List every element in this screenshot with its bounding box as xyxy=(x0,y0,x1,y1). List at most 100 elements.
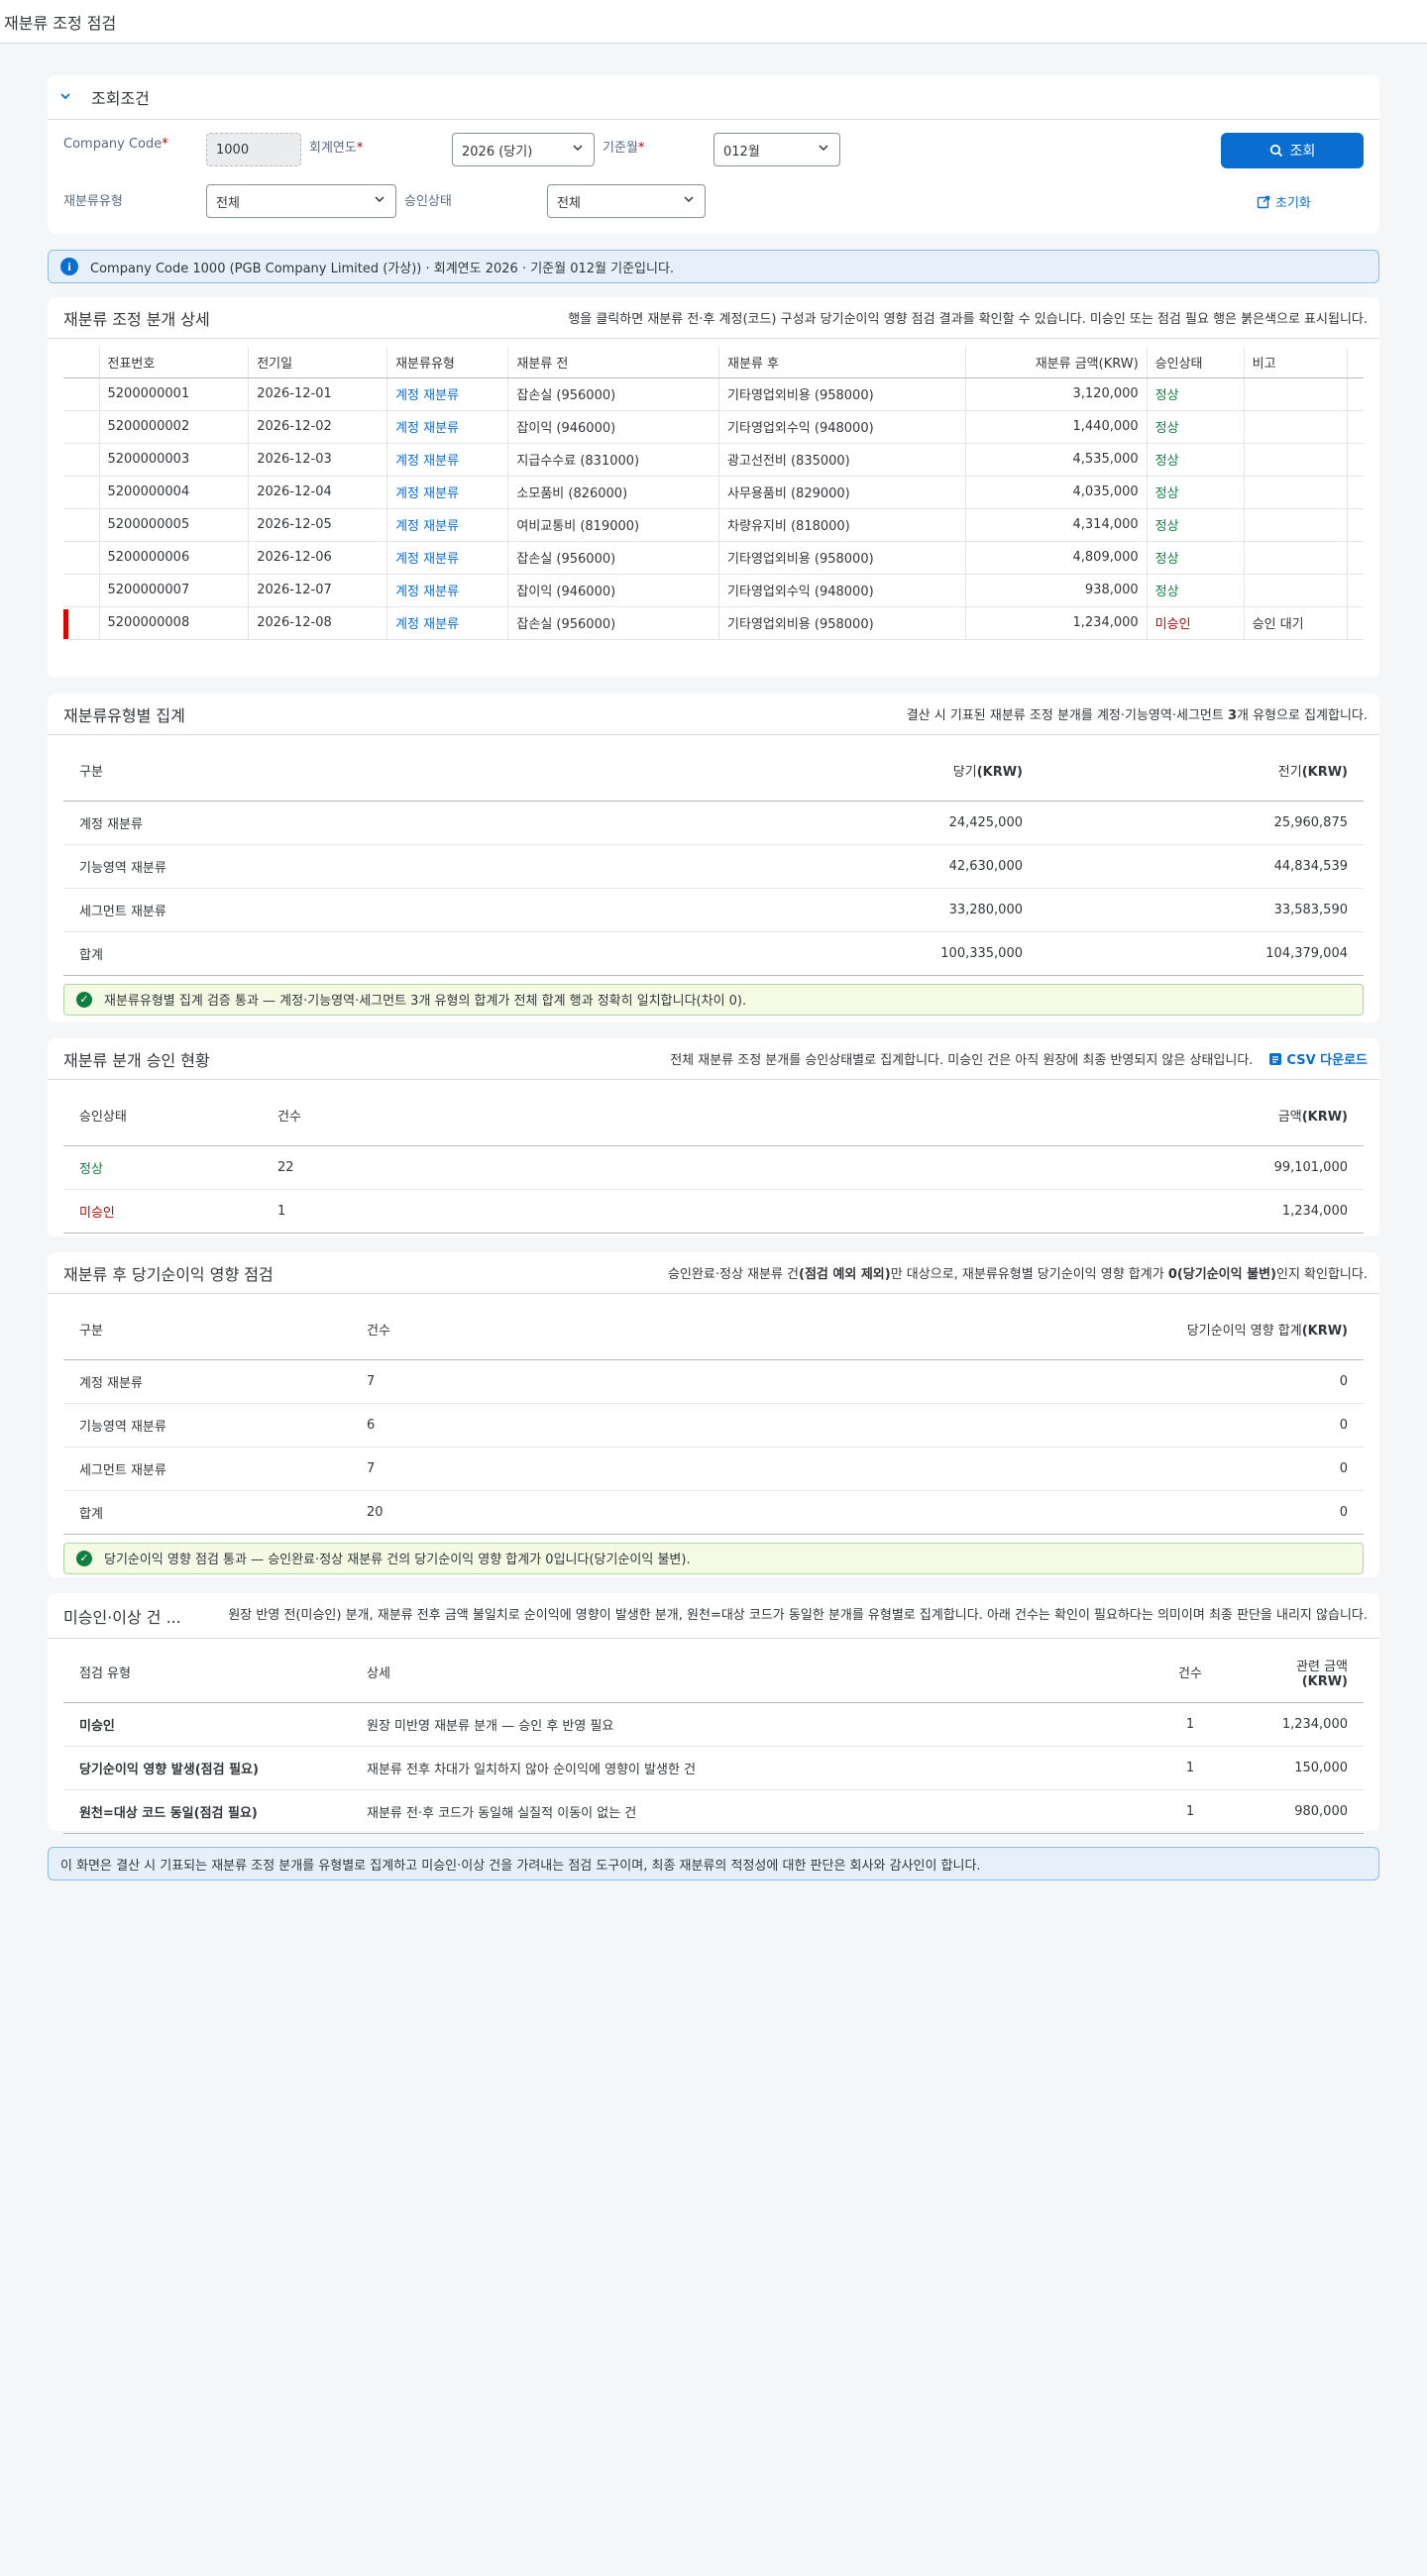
type-link[interactable]: 계정 재분류 xyxy=(386,443,509,477)
column-header[interactable]: 비고 xyxy=(1244,347,1349,378)
doc-number-cell: 5200000005 xyxy=(99,508,250,542)
note-cell xyxy=(1244,377,1349,411)
status-select[interactable]: 전체 xyxy=(547,184,706,218)
filter-header[interactable]: 조회조건 xyxy=(48,75,1379,120)
table-row[interactable]: 5200000004 2026-12-04 계정 재분류 소모품비 (826000) 사… xyxy=(63,476,1364,509)
detail-cell: 재분류 전후 차대가 일치하지 않아 순이익에 영향이 발생한 건 xyxy=(351,1746,1146,1790)
table-row[interactable]: 5200000001 2026-12-01 계정 재분류 잡손실 (956000) 기타… xyxy=(63,377,1364,411)
status-cell: 정상 xyxy=(1147,443,1245,477)
table-row[interactable]: 5200000005 2026-12-05 계정 재분류 여비교통비 (819000)… xyxy=(63,508,1364,542)
column-header[interactable]: 전표번호 xyxy=(99,347,250,378)
table-header-row: 구분 당기(KRW) 전기(KRW) xyxy=(63,741,1364,802)
type-label-cell: 세그먼트 재분류 xyxy=(63,1447,351,1491)
column-header[interactable]: 재분류 금액(KRW) xyxy=(965,347,1148,378)
period-select[interactable]: 012월 xyxy=(714,133,840,166)
prior-amount-cell: 25,960,875 xyxy=(1039,801,1364,845)
amount-cell: 3,120,000 xyxy=(965,377,1148,411)
note-cell xyxy=(1244,410,1349,444)
table-row[interactable]: 5200000003 2026-12-03 계정 재분류 지급수수료 (831000)… xyxy=(63,443,1364,477)
row-highlight-cell xyxy=(63,476,100,509)
table-header-row: 점검 유형 상세 건수 관련 금액(KRW) xyxy=(63,1643,1364,1703)
column-header[interactable]: 재분류 전 xyxy=(507,347,720,378)
detail-header: 재분류 조정 분개 상세 행을 클릭하면 재분류 전·후 계정(코드) 구성과 … xyxy=(48,297,1379,339)
current-amount-cell: 42,630,000 xyxy=(714,844,1039,889)
note-cell xyxy=(1244,574,1349,607)
impact-amount-cell: 0 xyxy=(450,1490,1364,1535)
row-highlight-column xyxy=(63,347,100,378)
filter-title: 조회조건 xyxy=(91,89,150,108)
fiscal-year-label: 회계연도* xyxy=(309,141,364,156)
company-code-field[interactable]: 1000 xyxy=(206,133,301,166)
before-account-cell: 잡손실 (956000) xyxy=(507,606,720,640)
column-header: 전기(KRW) xyxy=(1039,741,1364,802)
detail-table: 전표번호 전기일 재분류유형 재분류 전 재분류 후 재분류 금액(KRW) 승… xyxy=(63,347,1364,640)
search-button[interactable]: 조회 xyxy=(1221,133,1364,168)
table-row[interactable]: 5200000002 2026-12-02 계정 재분류 잡이익 (946000) 기타… xyxy=(63,410,1364,444)
table-row[interactable]: 5200000008 2026-12-08 계정 재분류 잡손실 (956000) 기타… xyxy=(63,606,1364,640)
after-account-cell: 기타영업외비용 (958000) xyxy=(718,541,966,575)
row-highlight-cell xyxy=(63,606,100,640)
status-label: 승인상태 xyxy=(404,194,452,209)
type-link[interactable]: 계정 재분류 xyxy=(386,541,509,575)
approval-header: 재분류 분개 승인 현황 전체 재분류 조정 분개를 승인상태별로 집계합니다.… xyxy=(48,1038,1379,1080)
amount-cell: 4,809,000 xyxy=(965,541,1148,575)
column-header[interactable]: 재분류 후 xyxy=(718,347,966,378)
count-cell: 1 xyxy=(1146,1789,1235,1834)
amount-cell: 1,440,000 xyxy=(965,410,1148,444)
reset-button[interactable]: 초기화 xyxy=(1257,192,1311,211)
count-cell: 20 xyxy=(351,1490,450,1535)
doc-number-cell: 5200000006 xyxy=(99,541,250,575)
table-row: 계정 재분류 7 0 xyxy=(63,1359,1364,1404)
dropdown-icon[interactable] xyxy=(683,193,695,208)
note-cell xyxy=(1244,541,1349,575)
chevron-down-icon[interactable] xyxy=(59,90,79,105)
amount-cell: 4,035,000 xyxy=(965,476,1148,509)
table-row: 기능영역 재분류 6 0 xyxy=(63,1403,1364,1448)
type-link[interactable]: 계정 재분류 xyxy=(386,508,509,542)
after-account-cell: 기타영업외수익 (948000) xyxy=(718,410,966,444)
search-icon xyxy=(1269,144,1283,158)
csv-download-button[interactable]: CSV 다운로드 xyxy=(1268,1049,1368,1068)
doc-number-cell: 5200000004 xyxy=(99,476,250,509)
type-link[interactable]: 계정 재분류 xyxy=(386,377,509,411)
table-row[interactable]: 5200000006 2026-12-06 계정 재분류 잡손실 (956000) 기타… xyxy=(63,541,1364,575)
status-cell: 정상 xyxy=(1147,410,1245,444)
type-link[interactable]: 계정 재분류 xyxy=(386,606,509,640)
type-label-cell: 기능영역 재분류 xyxy=(63,844,714,889)
current-amount-cell: 24,425,000 xyxy=(714,801,1039,845)
type-link[interactable]: 계정 재분류 xyxy=(386,476,509,509)
section-description: 결산 시 기표된 재분류 조정 분개를 계정·기능영역·세그먼트 3개 유형으로… xyxy=(906,708,1368,723)
count-cell: 1 xyxy=(1146,1746,1235,1790)
table-row[interactable]: 5200000007 2026-12-07 계정 재분류 잡이익 (946000) 기타… xyxy=(63,574,1364,607)
table-row: 기능영역 재분류 42,630,000 44,834,539 xyxy=(63,844,1364,889)
impact-check-message: ✓ 당기순이익 영향 점검 통과 — 승인완료·정상 재분류 건의 당기순이익 … xyxy=(63,1542,1364,1574)
status-cell: 정상 xyxy=(1147,508,1245,542)
dropdown-icon[interactable] xyxy=(572,142,584,157)
prior-amount-cell: 33,583,590 xyxy=(1039,888,1364,932)
info-icon: i xyxy=(60,258,78,275)
column-header: 금액(KRW) xyxy=(361,1086,1364,1146)
type-select[interactable]: 전체 xyxy=(206,184,396,218)
status-cell: 정상 xyxy=(1147,574,1245,607)
type-link[interactable]: 계정 재분류 xyxy=(386,574,509,607)
scrollbar-cell xyxy=(1347,541,1364,575)
impact-amount-cell: 0 xyxy=(450,1359,1364,1404)
table-row: 원천=대상 코드 동일(점검 필요) 재분류 전·후 코드가 동일해 실질적 이동… xyxy=(63,1789,1364,1834)
doc-number-cell: 5200000003 xyxy=(99,443,250,477)
column-header[interactable]: 전기일 xyxy=(248,347,388,378)
column-header[interactable]: 재분류유형 xyxy=(386,347,509,378)
before-account-cell: 여비교통비 (819000) xyxy=(507,508,720,542)
check-circle-icon: ✓ xyxy=(76,991,92,1008)
type-link[interactable]: 계정 재분류 xyxy=(386,410,509,444)
footer-message-strip: 이 화면은 결산 시 기표되는 재분류 조정 분개를 유형별로 집계하고 미승인… xyxy=(48,1847,1379,1880)
fiscal-year-select[interactable]: 2026 (당기) xyxy=(452,133,595,166)
amount-cell: 980,000 xyxy=(1235,1789,1364,1834)
status-cell: 정상 xyxy=(1147,377,1245,411)
before-account-cell: 잡이익 (946000) xyxy=(507,574,720,607)
shell-bar: 재분류 조정 점검 xyxy=(0,0,1427,44)
column-header[interactable]: 승인상태 xyxy=(1147,347,1245,378)
dropdown-icon[interactable] xyxy=(818,142,829,157)
dropdown-icon[interactable] xyxy=(374,193,385,208)
before-account-cell: 잡손실 (956000) xyxy=(507,541,720,575)
posting-date-cell: 2026-12-07 xyxy=(248,574,388,607)
